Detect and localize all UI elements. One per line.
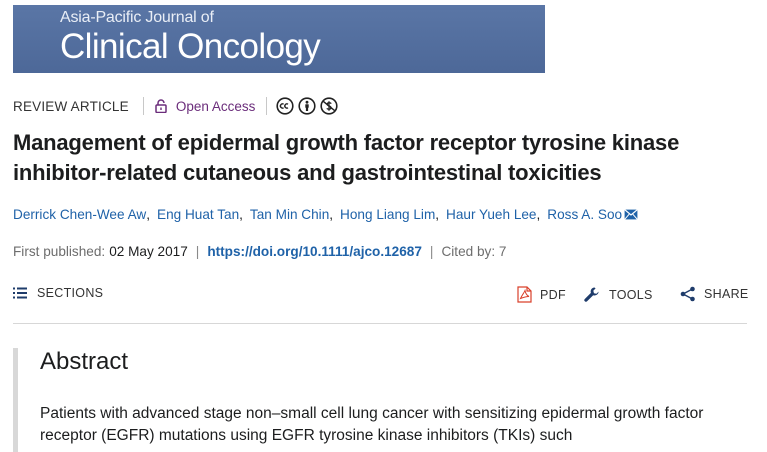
author-separator: ,	[146, 207, 150, 222]
divider: |	[429, 244, 434, 259]
divider	[142, 97, 144, 115]
doi-link[interactable]: https://doi.org/10.1111/ajco.12687	[207, 244, 422, 259]
sections-label: SECTIONS	[37, 286, 104, 300]
author-list: Derrick Chen-Wee Aw, Eng Huat Tan, Tan M…	[13, 207, 638, 222]
abstract-section: Abstract Patients with advanced stage no…	[13, 348, 753, 452]
author-separator: ,	[435, 207, 440, 222]
creative-commons-icon[interactable]	[276, 97, 294, 115]
first-published-label: First published:	[13, 244, 106, 259]
abstract-heading: Abstract	[40, 348, 129, 375]
author-link[interactable]: Ross A. Soo	[547, 207, 622, 222]
author-link[interactable]: Tan Min Chin	[250, 207, 329, 222]
share-icon	[680, 286, 695, 302]
author-separator: ,	[536, 207, 541, 222]
tools-label: TOOLS	[609, 288, 653, 302]
license-icons[interactable]	[276, 97, 338, 115]
journal-banner[interactable]: Asia-Pacific Journal of Clinical Oncolog…	[13, 5, 545, 73]
divider	[13, 323, 747, 324]
article-toolbar: SECTIONS PDF TOOLS SHARE	[13, 284, 749, 304]
journal-name-line1: Asia-Pacific Journal of	[60, 9, 214, 26]
share-label: SHARE	[704, 287, 749, 301]
author-link[interactable]: Haur Yueh Lee	[446, 207, 536, 222]
wrench-icon	[584, 287, 599, 302]
cited-by-link[interactable]: Cited by: 7	[441, 244, 506, 259]
envelope-icon[interactable]	[624, 209, 638, 220]
author-link[interactable]: Eng Huat Tan	[157, 207, 239, 222]
pdf-label: PDF	[540, 287, 566, 302]
tools-button[interactable]: TOOLS	[583, 286, 653, 304]
author-separator: ,	[239, 207, 243, 222]
lock-open-icon	[155, 99, 167, 113]
journal-name-line2: Clinical Oncology	[60, 27, 321, 66]
attribution-icon[interactable]	[298, 97, 316, 115]
non-commercial-icon[interactable]	[320, 97, 338, 115]
publication-info: First published: 02 May 2017 | https://d…	[13, 244, 506, 259]
list-icon	[13, 287, 27, 299]
author-separator: ,	[329, 207, 334, 222]
article-meta-row: REVIEW ARTICLE Open Access	[13, 96, 338, 116]
author-link[interactable]: Hong Liang Lim	[340, 207, 435, 222]
abstract-text: Patients with advanced stage non–small c…	[40, 405, 704, 444]
pdf-icon	[517, 286, 532, 303]
share-button[interactable]: SHARE	[680, 286, 749, 302]
first-published-date: 02 May 2017	[109, 244, 188, 259]
open-access-label[interactable]: Open Access	[176, 99, 256, 114]
divider	[266, 97, 268, 115]
article-type: REVIEW ARTICLE	[13, 98, 129, 114]
article-title: Management of epidermal growth factor re…	[13, 130, 680, 185]
author-link[interactable]: Derrick Chen-Wee Aw	[13, 207, 146, 222]
pdf-button[interactable]: PDF	[517, 286, 566, 303]
divider: |	[195, 244, 200, 259]
sections-menu[interactable]: SECTIONS	[13, 286, 103, 300]
